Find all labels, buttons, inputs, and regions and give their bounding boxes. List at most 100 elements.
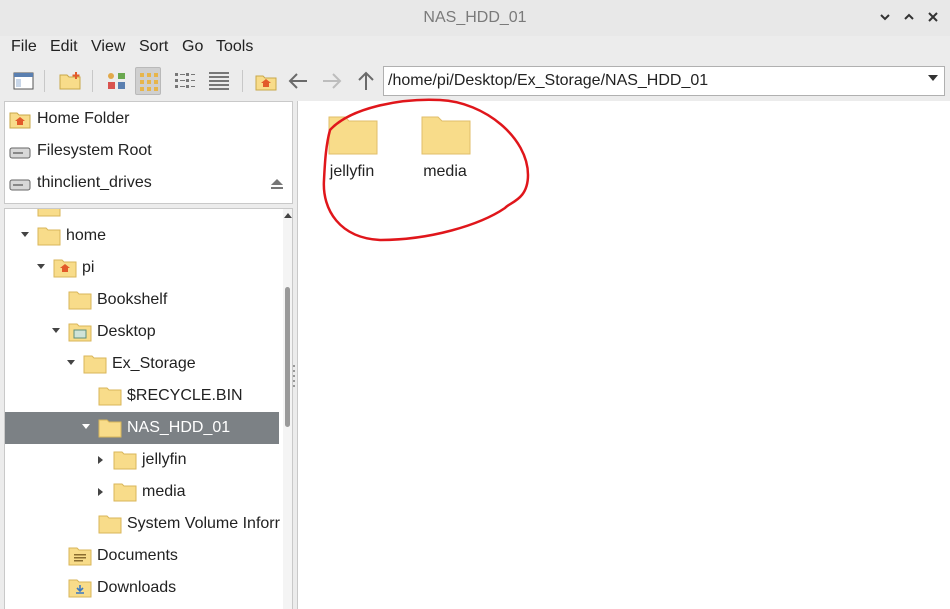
chevron-down-icon[interactable]: [878, 11, 892, 25]
home-folder-icon: [53, 259, 77, 278]
documents-folder-icon: [68, 547, 92, 566]
tree-scrollbar[interactable]: [283, 209, 292, 609]
folder-label: media: [423, 163, 467, 180]
drive-icon: [9, 179, 31, 191]
view-thumbnails-button[interactable]: [135, 67, 161, 95]
tree-label: home: [66, 227, 107, 244]
downloads-folder-icon: [68, 579, 92, 598]
eject-icon[interactable]: [270, 178, 284, 190]
folder-icon: [98, 419, 122, 438]
folder-label: jellyfin: [329, 163, 375, 180]
expander-icon[interactable]: [67, 360, 75, 365]
tree-row-selected[interactable]: NAS_HDD_01: [5, 412, 279, 444]
tree-row[interactable]: Bookshelf: [5, 284, 279, 316]
tree-row[interactable]: pi: [5, 252, 279, 284]
folder-icon: [113, 483, 137, 502]
menu-bar: File Edit View Sort Go Tools: [0, 36, 950, 60]
folder-icon: [328, 116, 378, 155]
tree-row[interactable]: Documents: [5, 540, 279, 572]
scroll-up-icon[interactable]: [284, 213, 292, 218]
up-button[interactable]: [352, 67, 378, 95]
menu-go[interactable]: Go: [182, 38, 203, 56]
scrollbar-thumb[interactable]: [285, 287, 290, 427]
tree-label: Desktop: [97, 323, 156, 340]
forward-arrow-icon: [323, 73, 342, 89]
tree-label: media: [142, 483, 186, 500]
path-input[interactable]: [388, 70, 908, 92]
home-icon: [255, 75, 277, 91]
tree-label: System Volume Inforr: [127, 515, 280, 532]
menu-edit[interactable]: Edit: [50, 38, 78, 56]
tree-label: jellyfin: [142, 451, 187, 468]
back-button[interactable]: [284, 67, 310, 95]
places-panel: Home Folder Filesystem Root thinclient_d…: [4, 101, 293, 204]
expander-icon[interactable]: [21, 232, 29, 237]
view-icons-button[interactable]: [103, 67, 129, 95]
view-list-icon: [209, 72, 229, 90]
chevron-down-icon[interactable]: [928, 75, 938, 81]
title-bar: NAS_HDD_01: [0, 0, 950, 37]
folder-icon: [98, 515, 122, 534]
back-arrow-icon: [288, 73, 307, 89]
up-arrow-icon: [358, 71, 374, 90]
tree-row[interactable]: media: [5, 476, 279, 508]
tree-row[interactable]: $RECYCLE.BIN: [5, 380, 279, 412]
folder-icon: [37, 227, 61, 246]
expander-icon[interactable]: [98, 456, 103, 464]
new-folder-button[interactable]: [56, 67, 82, 95]
place-label: Filesystem Root: [37, 142, 152, 159]
toolbar-separator: [92, 70, 93, 92]
folder-icon: [37, 209, 61, 217]
folder-item-media[interactable]: media: [405, 113, 485, 193]
menu-sort[interactable]: Sort: [139, 38, 168, 56]
view-list-button[interactable]: [205, 67, 231, 95]
toolbar-separator: [44, 70, 45, 92]
view-compact-button[interactable]: [171, 67, 197, 95]
file-view: jellyfin media: [297, 101, 950, 609]
folder-icon: [68, 291, 92, 310]
tree-label: Ex_Storage: [112, 355, 196, 372]
menu-tools[interactable]: Tools: [216, 38, 253, 56]
place-label: Home Folder: [37, 110, 130, 127]
tree-row[interactable]: System Volume Inforr: [5, 508, 280, 540]
place-home-folder[interactable]: Home Folder: [5, 104, 292, 134]
tree-row[interactable]: Desktop: [5, 316, 279, 348]
file-manager-window: NAS_HDD_01 File Edit View Sort Go Tools: [0, 0, 950, 609]
new-folder-icon: [59, 72, 81, 90]
menu-file[interactable]: File: [11, 38, 37, 56]
tree-row[interactable]: home: [5, 220, 279, 252]
home-button[interactable]: [252, 67, 278, 95]
place-filesystem-root[interactable]: Filesystem Root: [5, 136, 292, 166]
new-window-button[interactable]: [10, 67, 36, 95]
tree-row[interactable]: Ex_Storage: [5, 348, 279, 380]
forward-button[interactable]: [318, 67, 344, 95]
view-compact-icon: [175, 73, 195, 88]
expander-icon[interactable]: [82, 424, 90, 429]
home-folder-icon: [9, 112, 31, 129]
tree-row[interactable]: Downloads: [5, 572, 279, 604]
folder-icon: [98, 387, 122, 406]
close-icon[interactable]: [926, 11, 940, 25]
view-thumbnails-icon: [140, 73, 158, 91]
view-icons-icon: [108, 73, 125, 89]
tree-row[interactable]: jellyfin: [5, 444, 279, 476]
chevron-up-icon[interactable]: [902, 11, 916, 25]
tree-label: pi: [82, 259, 95, 276]
tree-label: NAS_HDD_01: [127, 419, 231, 436]
expander-icon[interactable]: [98, 488, 103, 496]
folder-item-jellyfin[interactable]: jellyfin: [312, 113, 392, 193]
tree-label: Downloads: [97, 579, 177, 596]
path-bar: [383, 66, 945, 96]
place-label: thinclient_drives: [37, 174, 152, 191]
new-window-icon: [13, 72, 34, 90]
menu-view[interactable]: View: [91, 38, 125, 56]
tree-label: $RECYCLE.BIN: [127, 387, 243, 404]
folder-icon: [421, 116, 471, 155]
directory-tree: home pi Bookshelf Desktop Ex_Storage $RE…: [4, 208, 293, 609]
pane-splitter-handle[interactable]: [293, 365, 295, 393]
expander-icon[interactable]: [37, 264, 45, 269]
tree-label: Documents: [97, 547, 178, 564]
expander-icon[interactable]: [52, 328, 60, 333]
desktop-folder-icon: [68, 323, 92, 342]
place-thinclient-drives[interactable]: thinclient_drives: [5, 168, 292, 198]
